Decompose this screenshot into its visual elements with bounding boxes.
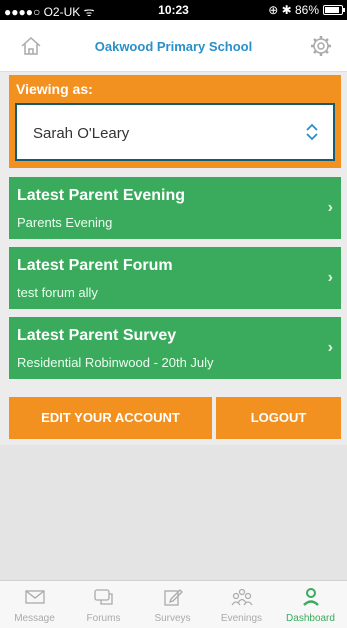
card-subtitle: test forum ally xyxy=(17,285,98,300)
tab-message[interactable]: Message xyxy=(0,581,69,628)
chevron-right-icon: › xyxy=(327,199,333,216)
status-indicators: ⊕ ✱ 86% xyxy=(268,3,319,17)
tab-dashboard[interactable]: Dashboard xyxy=(276,581,345,628)
logout-button[interactable]: LOGOUT xyxy=(216,397,341,439)
card-subtitle: Parents Evening xyxy=(17,215,113,230)
edit-account-button[interactable]: EDIT YOUR ACCOUNT xyxy=(9,397,212,439)
card-title: Latest Parent Survey xyxy=(17,327,177,344)
latest-parent-evening-card[interactable]: Latest Parent Evening Parents Evening › xyxy=(9,177,341,239)
tab-label: Evenings xyxy=(220,613,263,624)
nav-bar: Oakwood Primary School xyxy=(0,20,347,72)
group-icon xyxy=(231,588,253,606)
envelope-icon xyxy=(25,590,45,604)
child-selector[interactable]: Sarah O'Leary xyxy=(15,103,335,161)
viewing-as-label: Viewing as: xyxy=(16,81,93,97)
tab-surveys[interactable]: Surveys xyxy=(138,581,207,628)
tab-forums[interactable]: Forums xyxy=(69,581,138,628)
chat-icon xyxy=(94,589,113,605)
gear-icon[interactable] xyxy=(309,34,333,58)
card-subtitle: Residential Robinwood - 20th July xyxy=(17,355,214,370)
tab-label: Surveys xyxy=(154,613,191,624)
battery-icon xyxy=(323,5,345,15)
tab-label: Dashboard xyxy=(286,613,335,624)
page-title: Oakwood Primary School xyxy=(94,39,253,54)
tab-label: Forums xyxy=(86,613,121,624)
edit-icon xyxy=(164,589,183,606)
tab-bar: Message Forums Surveys Evenings Dashboar… xyxy=(0,580,347,628)
person-icon xyxy=(303,588,319,606)
card-title: Latest Parent Forum xyxy=(17,257,173,274)
latest-parent-survey-card[interactable]: Latest Parent Survey Residential Robinwo… xyxy=(9,317,341,379)
tab-label: Message xyxy=(14,613,55,624)
card-title: Latest Parent Evening xyxy=(17,187,186,204)
latest-parent-forum-card[interactable]: Latest Parent Forum test forum ally › xyxy=(9,247,341,309)
chevron-right-icon: › xyxy=(327,339,333,356)
viewing-as-panel: Viewing as: Sarah O'Leary xyxy=(9,75,341,168)
empty-area xyxy=(0,445,347,580)
selected-child: Sarah O'Leary xyxy=(33,125,130,142)
tab-evenings[interactable]: Evenings xyxy=(207,581,276,628)
chevron-right-icon: › xyxy=(327,269,333,286)
status-bar: ●●●●○ O2-UK ᯤ 10:23 ⊕ ✱ 86% xyxy=(0,0,347,20)
updown-chevron-icon xyxy=(306,123,318,141)
